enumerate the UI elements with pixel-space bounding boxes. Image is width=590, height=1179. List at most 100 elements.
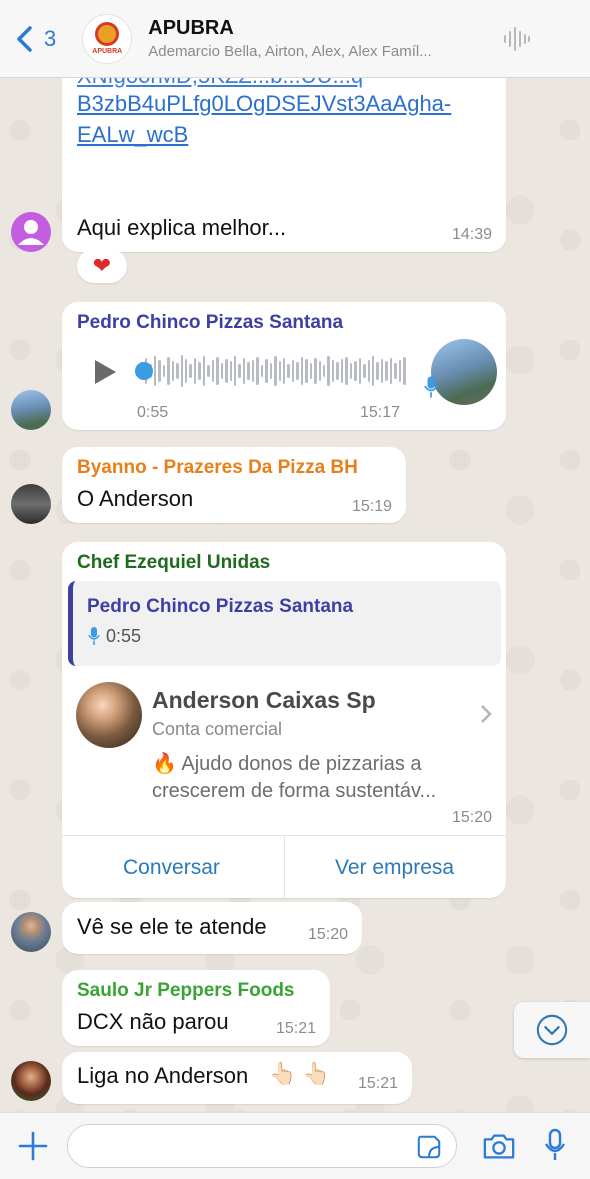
message-text: O Anderson (77, 486, 194, 511)
group-avatar[interactable]: APUBRA (82, 13, 133, 64)
voice-waveform[interactable] (136, 354, 406, 388)
waveform-bar (216, 357, 219, 385)
group-title: APUBRA (148, 17, 234, 39)
waveform-bar (372, 356, 375, 386)
waveform-bar (256, 357, 259, 385)
voice-duration: 0:55 (137, 404, 169, 421)
contact-name: Anderson Caixas Sp (152, 687, 376, 713)
chevron-left-icon (17, 25, 32, 52)
waveform-bar (403, 357, 406, 385)
contact-card[interactable]: Anderson Caixas Sp Conta comercial 🔥 Aju… (62, 670, 506, 835)
waveform-bar (184, 359, 188, 383)
avatar[interactable] (11, 484, 51, 524)
waveform-bar (336, 362, 339, 380)
message-sender: Byanno - Prazeres Da Pizza BH (77, 457, 358, 478)
contact-description: crescerem de forma sustentáv... (152, 780, 437, 802)
waveform-bar (278, 361, 281, 381)
waveform-bar (269, 363, 273, 379)
waveform-bar (242, 358, 246, 384)
waveform-bar (345, 357, 348, 385)
message-sender: Pedro Chinco Pizzas Santana (77, 312, 344, 333)
quoted-duration: 0:55 (106, 626, 142, 646)
waveform-bar (193, 358, 197, 384)
chevron-right-icon (481, 705, 492, 723)
waveform-bar (176, 363, 179, 379)
heart-reaction[interactable]: ❤ (77, 249, 127, 283)
waveform-bar (167, 357, 170, 385)
audio-wave-icon[interactable] (502, 25, 532, 53)
message-text: Liga no Anderson (77, 1063, 249, 1088)
group-members: Ademarcio Bella, Airton, Alex, Alex Famí… (148, 43, 432, 60)
microphone-icon (424, 376, 438, 398)
message-time: 14:39 (451, 226, 492, 243)
waveform-bar (389, 358, 393, 384)
microphone-icon[interactable] (544, 1128, 566, 1162)
waveform-bar (260, 365, 264, 377)
plus-icon[interactable] (18, 1131, 48, 1161)
divider (284, 836, 285, 898)
waveform-bar (251, 360, 255, 382)
waveform-bar (211, 360, 215, 382)
unread-count: 3 (44, 25, 57, 51)
back-button[interactable]: 3 (14, 25, 56, 53)
waveform-bar (327, 356, 330, 386)
waveform-bar (162, 365, 166, 377)
voice-progress-dot[interactable] (135, 362, 153, 380)
waveform-bar (376, 362, 379, 380)
avatar[interactable] (11, 212, 51, 252)
sticker-icon[interactable] (416, 1134, 442, 1160)
message-byanno: Byanno - Prazeres Da Pizza BH O Anderson… (62, 447, 406, 523)
contact-avatar (76, 682, 142, 748)
waveform-bar (282, 358, 286, 384)
waveform-bar (274, 356, 277, 386)
message-time: 15:19 (351, 498, 392, 515)
waveform-bar (318, 361, 322, 381)
message-emoji: 👆🏻 👆🏻 (269, 1061, 330, 1086)
quoted-message[interactable]: Pedro Chinco Pizzas Santana 0:55 (68, 581, 501, 666)
camera-icon[interactable] (482, 1131, 516, 1161)
waveform-bar (394, 363, 397, 379)
waveform-bar (367, 360, 371, 382)
message-sender: Saulo Jr Peppers Foods (77, 980, 295, 1001)
avatar[interactable] (11, 390, 51, 430)
waveform-bar (296, 362, 299, 380)
waveform-bar (323, 365, 326, 377)
view-business-button[interactable]: Ver empresa (335, 856, 454, 880)
waveform-bar (171, 361, 175, 381)
waveform-bar (331, 360, 335, 382)
play-icon[interactable] (92, 358, 118, 386)
waveform-bar (385, 361, 388, 381)
waveform-bar (233, 356, 237, 386)
microphone-icon (88, 627, 100, 645)
message-link-line[interactable]: B3zbB4uPLfg0LOgDSEJVst3AaAgha- (77, 88, 451, 119)
avatar[interactable] (11, 912, 51, 952)
chat-button[interactable]: Conversar (123, 856, 220, 880)
avatar[interactable] (11, 1061, 51, 1101)
logo-text: APUBRA (92, 48, 123, 55)
waveform-bar (153, 356, 157, 386)
contact-description: 🔥 Ajudo donos de pizzarias a (152, 753, 422, 775)
waveform-bar (238, 364, 241, 378)
group-info[interactable]: APUBRA Ademarcio Bella, Airton, Alex, Al… (148, 17, 490, 60)
message-ve: Vê se ele te atende 15:20 (62, 902, 362, 954)
message-input[interactable] (67, 1124, 457, 1168)
voice-sender-avatar (431, 339, 497, 405)
waveform-bar (287, 364, 290, 378)
message-time: 15:20 (307, 926, 348, 943)
message-liga: Liga no Anderson 👆🏻 👆🏻 15:21 (62, 1052, 412, 1104)
message-link-line[interactable]: EALw_wcB (77, 119, 451, 150)
waveform-bar (380, 359, 384, 383)
message-time: 15:21 (357, 1075, 398, 1092)
waveform-bar (305, 359, 308, 383)
chat-header: 3 APUBRA APUBRA Ademarcio Bella, Airton,… (0, 0, 590, 78)
waveform-bar (354, 361, 357, 381)
contact-type: Conta comercial (152, 719, 283, 739)
waveform-bar (189, 364, 192, 378)
person-icon (18, 220, 44, 245)
scroll-to-bottom-button[interactable] (514, 1002, 590, 1058)
waveform-bar (291, 360, 295, 382)
waveform-bar (180, 355, 183, 387)
waveform-bar (398, 360, 402, 382)
waveform-bar (349, 363, 353, 379)
message-time: 15:20 (451, 809, 492, 826)
